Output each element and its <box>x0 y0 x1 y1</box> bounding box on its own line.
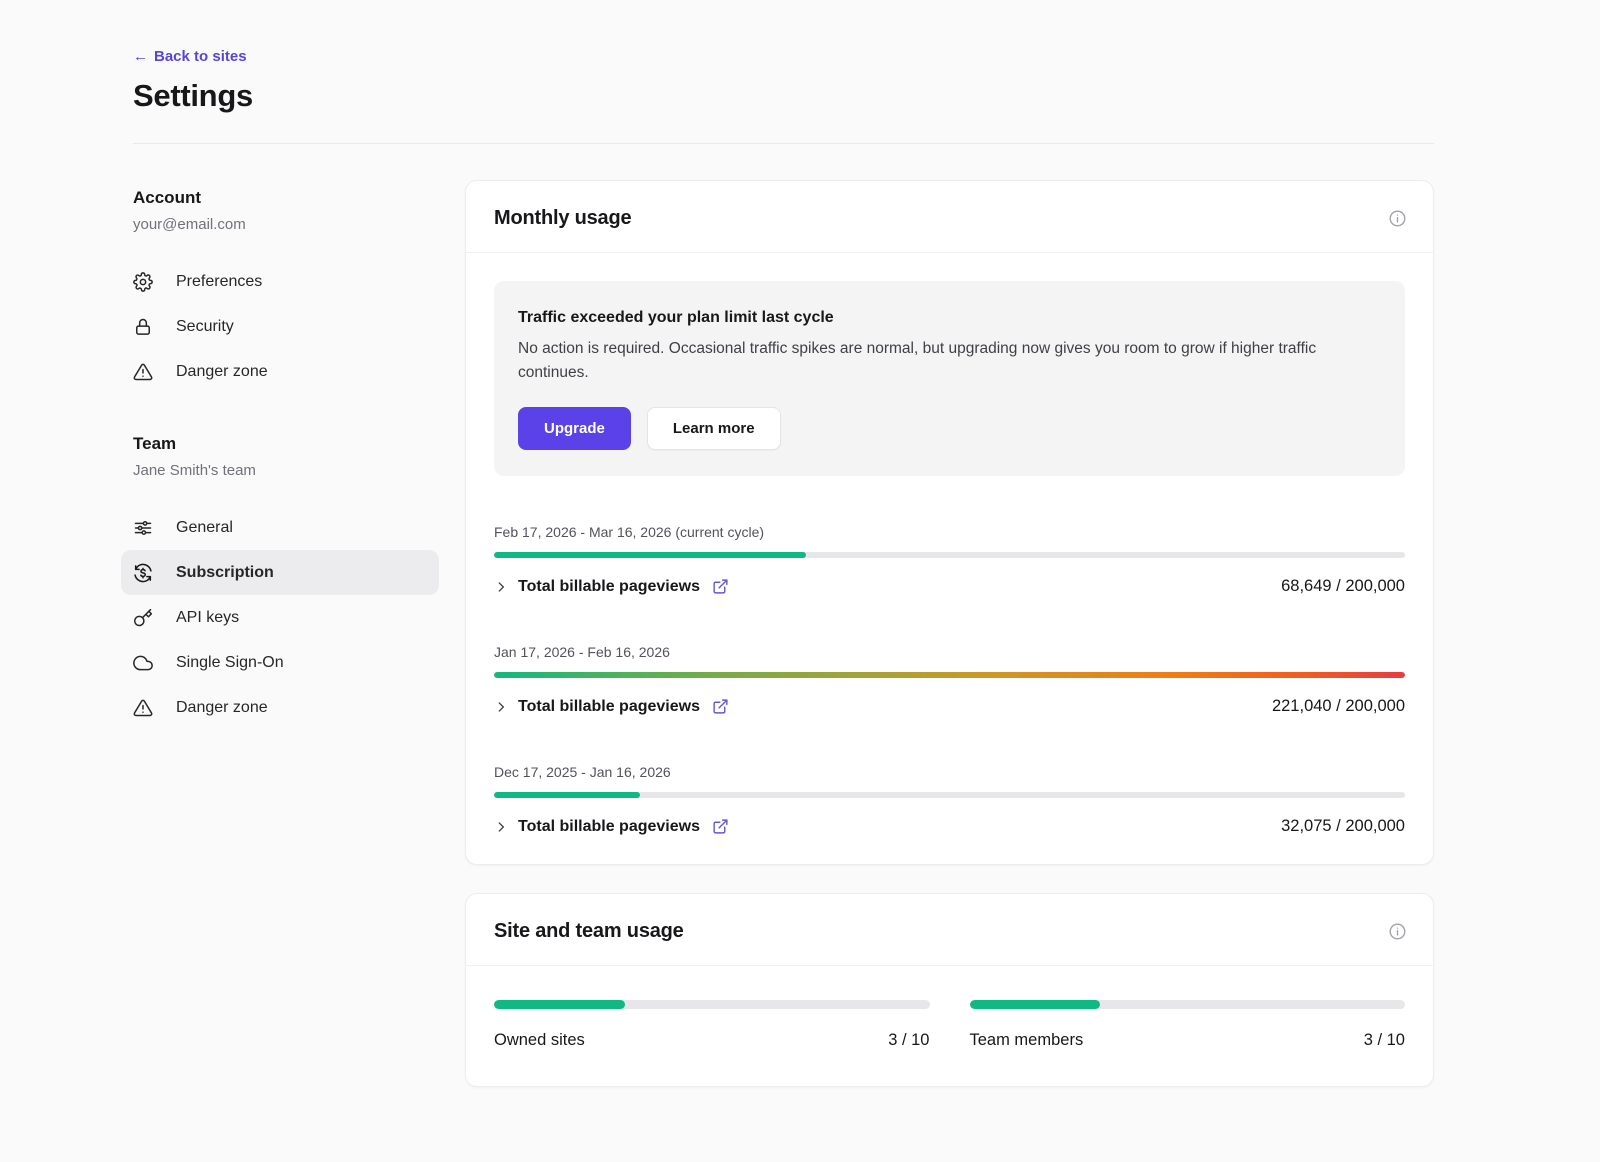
sidebar-item-label: Single Sign-On <box>176 654 284 672</box>
learn-more-button[interactable]: Learn more <box>647 407 781 450</box>
warning-triangle-icon <box>133 698 153 718</box>
sidebar-item-security[interactable]: Security <box>121 304 439 349</box>
site-team-usage-info-button[interactable] <box>1388 922 1407 941</box>
traffic-exceeded-alert: Traffic exceeded your plan limit last cy… <box>494 281 1405 476</box>
cycle-usage-value: 32,075 / 200,000 <box>1281 817 1405 836</box>
monthly-usage-title: Monthly usage <box>494 207 631 230</box>
total-billable-pageviews-toggle[interactable]: Total billable pageviews <box>494 578 729 596</box>
account-section-heading: Account <box>133 188 439 208</box>
settings-sidebar: Account your@email.com Preferences Secur… <box>133 144 439 1115</box>
cycle-period: Dec 17, 2025 - Jan 16, 2026 <box>494 764 1405 780</box>
external-link-icon[interactable] <box>712 818 729 835</box>
account-nav-group: Preferences Security Danger zone <box>133 259 439 394</box>
usage-progress-fill <box>494 552 806 558</box>
sidebar-item-subscription[interactable]: Subscription <box>121 550 439 595</box>
sidebar-item-single-sign-on[interactable]: Single Sign-On <box>121 640 439 685</box>
usage-progress-track <box>494 552 1405 558</box>
cycle-metric-label: Total billable pageviews <box>518 578 700 596</box>
monthly-usage-info-button[interactable] <box>1388 209 1407 228</box>
site-team-usage-card: Site and team usage Owned sites <box>465 893 1434 1087</box>
sidebar-item-label: Preferences <box>176 273 262 291</box>
external-link-icon[interactable] <box>712 578 729 595</box>
sidebar-item-label: General <box>176 519 233 537</box>
team-name: Jane Smith's team <box>133 462 439 479</box>
dollar-cycle-icon <box>133 563 153 583</box>
sidebar-item-label: Danger zone <box>176 363 268 381</box>
usage-progress-track <box>494 792 1405 798</box>
cycle-metric-label: Total billable pageviews <box>518 698 700 716</box>
info-icon <box>1388 922 1407 941</box>
sidebar-item-label: Danger zone <box>176 699 268 717</box>
back-to-sites-label: Back to sites <box>154 48 247 65</box>
cycle-usage-value: 221,040 / 200,000 <box>1272 697 1405 716</box>
usage-cycle-older: Dec 17, 2025 - Jan 16, 2026 Total billab… <box>494 764 1405 836</box>
sidebar-item-danger-zone-team[interactable]: Danger zone <box>121 685 439 730</box>
total-billable-pageviews-toggle[interactable]: Total billable pageviews <box>494 818 729 836</box>
site-team-usage-title: Site and team usage <box>494 920 684 943</box>
external-link-icon[interactable] <box>712 698 729 715</box>
cycle-period: Feb 17, 2026 - Mar 16, 2026 (current cyc… <box>494 524 1405 540</box>
settings-page: ← Back to sites Settings Account your@em… <box>0 0 1600 1115</box>
team-nav-group: General Subscription API keys <box>133 505 439 730</box>
warning-triangle-icon <box>133 362 153 382</box>
settings-main: Monthly usage Traffic exceeded your plan… <box>439 144 1434 1115</box>
sidebar-item-label: Subscription <box>176 564 274 582</box>
team-section-heading: Team <box>133 434 439 454</box>
team-members-value: 3 / 10 <box>1364 1031 1405 1050</box>
cloud-icon <box>133 653 153 673</box>
usage-cycle-current: Feb 17, 2026 - Mar 16, 2026 (current cyc… <box>494 524 1405 596</box>
usage-cycle-previous: Jan 17, 2026 - Feb 16, 2026 Total billab… <box>494 644 1405 716</box>
usage-progress-fill <box>494 672 1405 678</box>
cycle-metric-label: Total billable pageviews <box>518 818 700 836</box>
monthly-usage-card: Monthly usage Traffic exceeded your plan… <box>465 180 1434 865</box>
key-icon <box>133 608 153 628</box>
team-members-progress-fill <box>970 1000 1101 1009</box>
owned-sites-progress-track <box>494 1000 930 1009</box>
chevron-right-icon <box>494 700 508 714</box>
team-members-progress-track <box>970 1000 1406 1009</box>
alert-body: No action is required. Occasional traffi… <box>518 337 1381 385</box>
upgrade-button[interactable]: Upgrade <box>518 407 631 450</box>
total-billable-pageviews-toggle[interactable]: Total billable pageviews <box>494 698 729 716</box>
sidebar-item-general[interactable]: General <box>121 505 439 550</box>
team-members-label: Team members <box>970 1031 1084 1050</box>
cycle-usage-value: 68,649 / 200,000 <box>1281 577 1405 596</box>
sidebar-item-label: API keys <box>176 609 239 627</box>
alert-title: Traffic exceeded your plan limit last cy… <box>518 309 1381 327</box>
owned-sites-label: Owned sites <box>494 1031 585 1050</box>
cycle-period: Jan 17, 2026 - Feb 16, 2026 <box>494 644 1405 660</box>
owned-sites-value: 3 / 10 <box>888 1031 929 1050</box>
chevron-right-icon <box>494 580 508 594</box>
owned-sites-progress-fill <box>494 1000 625 1009</box>
back-to-sites-link[interactable]: ← Back to sites <box>133 48 1600 65</box>
sidebar-item-preferences[interactable]: Preferences <box>121 259 439 304</box>
sidebar-item-danger-zone-account[interactable]: Danger zone <box>121 349 439 394</box>
team-members-metric: Team members 3 / 10 <box>970 1000 1406 1050</box>
sliders-icon <box>133 518 153 538</box>
info-icon <box>1388 209 1407 228</box>
gear-icon <box>133 272 153 292</box>
sidebar-item-api-keys[interactable]: API keys <box>121 595 439 640</box>
chevron-right-icon <box>494 820 508 834</box>
arrow-left-icon: ← <box>133 48 148 65</box>
owned-sites-metric: Owned sites 3 / 10 <box>494 1000 930 1050</box>
usage-progress-track <box>494 672 1405 678</box>
account-email: your@email.com <box>133 216 439 233</box>
page-title: Settings <box>133 78 1600 114</box>
lock-icon <box>133 317 153 337</box>
sidebar-item-label: Security <box>176 318 234 336</box>
usage-progress-fill <box>494 792 640 798</box>
